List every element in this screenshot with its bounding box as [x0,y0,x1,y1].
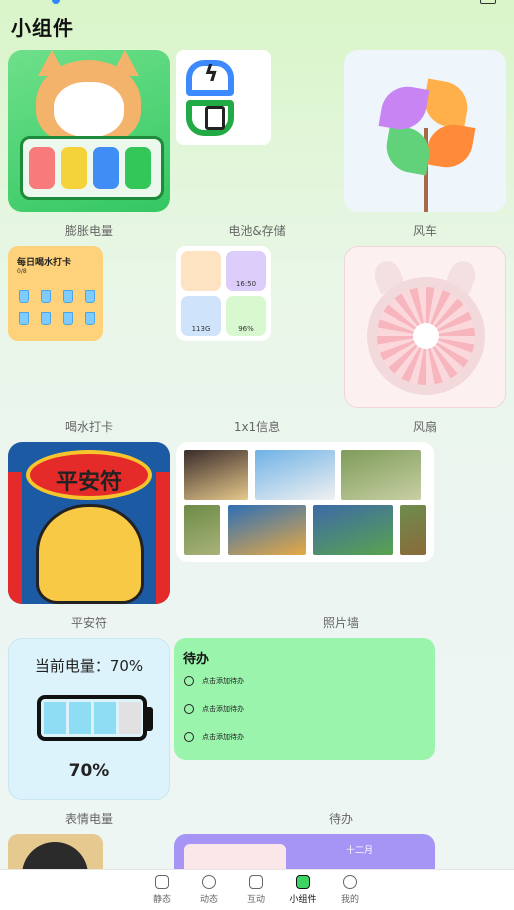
charm-banner: 平安符 [26,450,152,500]
widget-label: 平安符 [70,616,107,630]
cup-icon [63,312,73,325]
widget-label: 照片墙 [322,616,359,630]
notification-dot [52,0,60,4]
cat-avatar-tile [181,251,221,291]
cup-icon [63,290,73,303]
photo [184,450,248,500]
cup-icon [19,290,29,303]
photo [184,505,220,555]
checkbox-icon[interactable] [184,676,194,686]
photo [400,505,426,555]
battery-value: 96% [238,325,254,333]
cup-icon [41,312,51,325]
nav-static[interactable]: 静态 [142,875,182,905]
fan-body [367,277,485,395]
cat-illustration [36,504,144,604]
todo-item[interactable]: 点击添加待办 [184,676,244,686]
widget-emoji-battery[interactable]: 当前电量：70% 70% [8,638,170,800]
bolt-icon [249,875,263,889]
photo [313,505,393,555]
status-bar [0,0,514,8]
widget-todo[interactable]: 待办 点击添加待办 点击添加待办 点击添加待办 [174,638,435,760]
profile-icon [343,875,357,889]
widget-label: 膨胀电量 [64,224,113,238]
clock-tile: 16:50 [226,251,266,291]
widget-label: 风车 [412,224,437,238]
calendar-month: 十二月 [346,846,374,856]
cup-icon [85,312,95,325]
checkbox-icon[interactable] [184,704,194,714]
widget-fan[interactable] [344,246,506,408]
nav-profile[interactable]: 我的 [330,875,370,905]
battery-graphic [20,136,164,200]
todo-item[interactable]: 点击添加待办 [184,732,244,742]
cup-icon [41,290,51,303]
battery-graphic [37,695,147,741]
widget-pinwheel[interactable] [344,50,506,212]
todo-title: 待办 [183,652,210,667]
bottom-navigation: 静态 动态 互动 小组件 我的 [0,869,514,910]
widget-info-1x1[interactable]: 16:50 113G 96% [176,246,271,341]
widget-label: 电池&存储 [228,224,286,238]
storage-tile: 113G [181,296,221,336]
cat-illustration [36,50,141,145]
battery-tile: 96% [226,296,266,336]
image-icon [155,875,169,889]
widget-water[interactable]: 每日喝水打卡 0/8 [8,246,103,341]
storage-icon [205,106,225,130]
widget-label: 风扇 [412,420,437,434]
widget-label: 1x1信息 [233,420,281,434]
cup-icon [19,312,29,325]
widget-label: 表情电量 [64,812,113,826]
battery-percent: 70% [68,761,110,781]
nav-dynamic[interactable]: 动态 [189,875,229,905]
charm-text: 平安符 [55,469,122,495]
widget-label: 待办 [328,812,353,826]
pinwheel-blade [420,78,472,130]
water-title: 每日喝水打卡 [17,258,72,268]
nav-interactive[interactable]: 互动 [236,875,276,905]
nav-widgets[interactable]: 小组件 [283,875,323,905]
photo [341,450,421,500]
widget-lucky-charm[interactable]: 平安符 [8,442,170,604]
cup-icon [85,290,95,303]
todo-item[interactable]: 点击添加待办 [184,704,244,714]
battery-title: 当前电量：70% [34,657,144,675]
storage-value: 113G [191,325,211,333]
smiley-icon [202,875,216,889]
widget-label: 喝水打卡 [64,420,113,434]
clock-time: 16:50 [235,280,257,288]
water-progress: 0/8 [17,268,27,275]
battery-icon [480,0,496,4]
widget-photo-wall[interactable] [176,442,434,562]
pinwheel-blade [378,82,430,134]
widget-icon [296,875,310,889]
widget-inflate-battery[interactable] [8,50,170,212]
pinwheel-blade [424,120,476,172]
checkbox-icon[interactable] [184,732,194,742]
widget-battery-storage[interactable]: ϟ [176,50,271,145]
page-title: 小组件 [11,16,74,40]
widget-record-player[interactable] [8,834,103,874]
bolt-icon: ϟ [204,62,219,87]
widget-calendar[interactable]: 十二月 [174,834,435,874]
paw-icon [413,323,439,349]
photo [228,505,306,555]
photo [255,450,335,500]
